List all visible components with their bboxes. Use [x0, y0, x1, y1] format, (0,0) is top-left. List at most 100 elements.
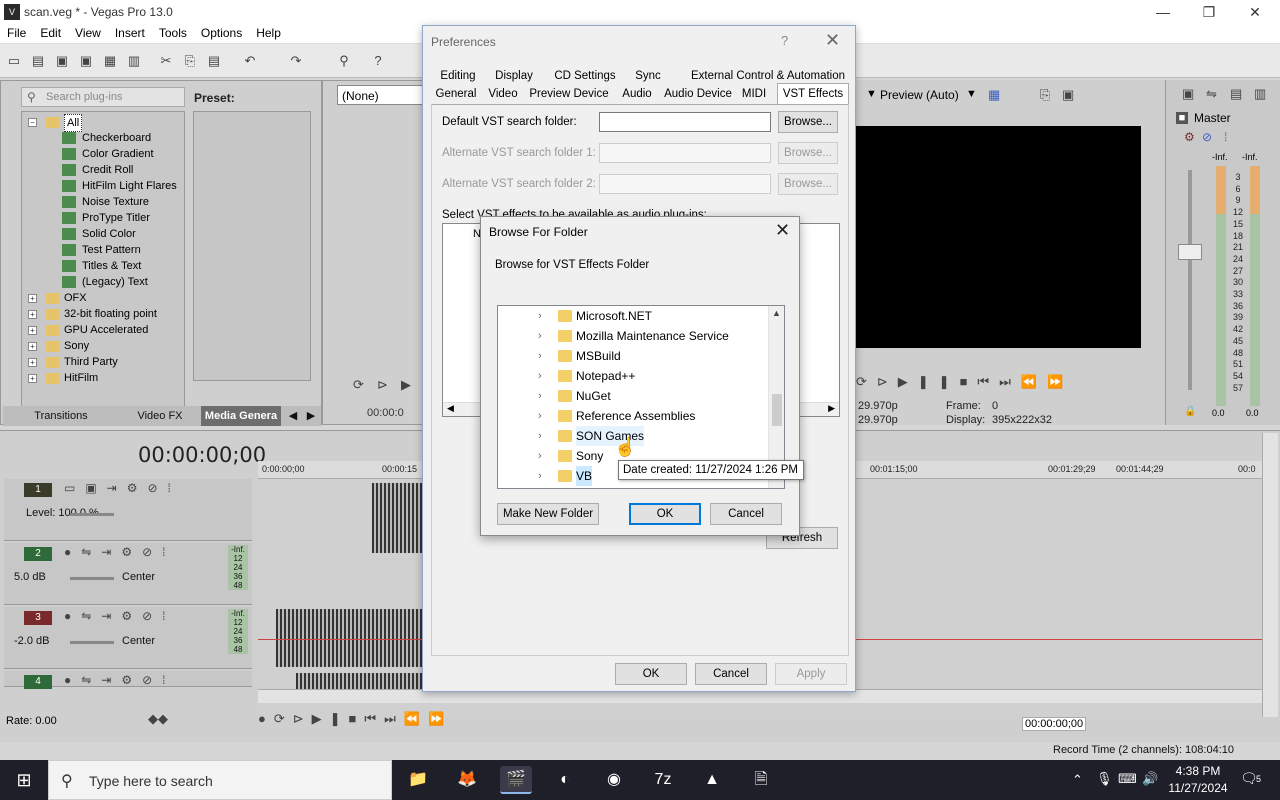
dim-icon[interactable]: ▥: [1254, 86, 1266, 102]
menu-help[interactable]: Help: [249, 24, 288, 42]
track-controls-icon[interactable]: ●⇋⇥⚙⊘⁞: [64, 609, 176, 623]
tab-media-generators[interactable]: Media Genera: [201, 406, 281, 426]
transport-timecode[interactable]: 00:00:00;00: [1022, 717, 1087, 731]
loop-icon[interactable]: ⟳: [353, 377, 364, 393]
tab-audio[interactable]: Audio: [617, 85, 657, 103]
preferences-close-button[interactable]: ✕: [825, 30, 840, 51]
folder-item[interactable]: › NuGet: [498, 386, 768, 406]
tab-sync[interactable]: Sync: [627, 67, 669, 85]
master-fader-handle[interactable]: [1178, 244, 1202, 260]
new-icon[interactable]: ▭: [6, 53, 22, 69]
downmix-icon[interactable]: ▤: [1230, 86, 1242, 102]
close-button[interactable]: ✕: [1232, 2, 1278, 22]
firefox-icon[interactable]: 🦊: [451, 766, 483, 794]
browse-ok-button[interactable]: OK: [629, 503, 701, 525]
master-mute-icon[interactable]: ⊘: [1202, 130, 1212, 144]
chevron-right-icon[interactable]: ›: [538, 366, 542, 386]
browse-default-button[interactable]: Browse...: [778, 111, 838, 133]
dropdown-icon[interactable]: ▼: [866, 88, 877, 100]
vegas-icon[interactable]: 🎬: [500, 766, 532, 794]
tab-scroll-right[interactable]: ▶: [303, 406, 319, 426]
menu-tools[interactable]: Tools: [152, 24, 194, 42]
7zip-icon[interactable]: 7z: [647, 766, 679, 794]
obs-icon[interactable]: ◉: [598, 766, 630, 794]
rate-slider-icon[interactable]: ◆◆: [148, 711, 168, 727]
trimmer-select[interactable]: (None): [337, 85, 427, 105]
edge-icon[interactable]: ◐: [549, 766, 581, 794]
expand-icon[interactable]: +: [28, 342, 37, 351]
track-header[interactable]: 2 ●⇋⇥⚙⊘⁞ 5.0 dB Center -Inf. 12 24 36 48: [4, 543, 252, 605]
copy-icon[interactable]: ⎘: [182, 53, 198, 69]
windows-start-icon[interactable]: ⊞: [0, 760, 48, 800]
browse-alt1-button[interactable]: Browse...: [778, 142, 838, 164]
track-volume-slider[interactable]: [70, 641, 114, 644]
properties-icon[interactable]: ▥: [126, 53, 142, 69]
mixer-icon[interactable]: ⇋: [1206, 86, 1217, 102]
overlays-icon[interactable]: ▦: [988, 87, 1000, 103]
vegas-app-icon[interactable]: V: [4, 4, 20, 20]
tab-cd-settings[interactable]: CD Settings: [549, 67, 621, 85]
preferences-apply-button[interactable]: Apply: [775, 663, 847, 685]
maximize-button[interactable]: ❐: [1186, 2, 1232, 22]
alternate-vst-1-input[interactable]: [599, 143, 771, 163]
browse-cancel-button[interactable]: Cancel: [710, 503, 782, 525]
expand-icon[interactable]: +: [28, 374, 37, 383]
tab-scroll-left[interactable]: ◀: [285, 406, 301, 426]
master-fx-icon[interactable]: ⚙: [1184, 130, 1195, 144]
menu-options[interactable]: Options: [194, 24, 249, 42]
file-explorer-icon[interactable]: 📁: [402, 766, 434, 794]
track-controls-icon[interactable]: ▭▣⇥⚙⊘⁞: [64, 481, 181, 495]
help-button[interactable]: ?: [781, 33, 788, 48]
lock-icon[interactable]: 🔒: [1184, 406, 1196, 417]
master-solo-icon[interactable]: ⁞: [1224, 130, 1227, 144]
audio-clip-track-3[interactable]: [276, 609, 424, 667]
vlc-icon[interactable]: ▲: [696, 766, 728, 794]
minimize-button[interactable]: —: [1140, 2, 1186, 22]
tab-preview-device[interactable]: Preview Device: [529, 85, 609, 103]
timeline-transport[interactable]: ●⟳⊳▶❚■⏮⏭⏪⏩: [258, 711, 452, 727]
tab-vst-effects[interactable]: VST Effects: [777, 83, 849, 105]
track-volume-slider[interactable]: [70, 577, 114, 580]
scroll-thumb[interactable]: [772, 394, 782, 426]
preview-transport[interactable]: ⟳⊳▶❚❚■⏮⏭⏪⏩: [856, 374, 1073, 390]
save-icon[interactable]: ▣: [54, 53, 70, 69]
make-new-folder-button[interactable]: Make New Folder: [497, 503, 599, 525]
timeline-vscroll[interactable]: [1262, 433, 1278, 717]
folder-item[interactable]: › Mozilla Maintenance Service: [498, 326, 768, 346]
show-hidden-icons-icon[interactable]: ⌃: [1072, 772, 1083, 788]
expand-icon[interactable]: +: [28, 294, 37, 303]
plugin-tree[interactable]: − All Checkerboard Color Gradient Credit Rol…: [21, 111, 185, 411]
collapse-icon[interactable]: −: [28, 118, 37, 127]
copy-snapshot-icon[interactable]: ⎘: [1040, 87, 1050, 103]
track-header[interactable]: 1 ▭▣⇥⚙⊘⁞ Level: 100.0 %: [4, 479, 252, 541]
open-icon[interactable]: ▤: [30, 53, 46, 69]
play-from-start-icon[interactable]: ⊳: [377, 377, 388, 393]
cut-icon[interactable]: ✂: [158, 53, 174, 69]
clock-date[interactable]: 11/27/2024: [1164, 781, 1232, 795]
browse-close-button[interactable]: ✕: [775, 220, 790, 241]
tab-general[interactable]: General: [431, 85, 481, 103]
menu-view[interactable]: View: [68, 24, 108, 42]
microphone-icon[interactable]: 🎙: [1096, 771, 1113, 787]
tab-midi[interactable]: MIDI: [737, 85, 771, 103]
enable-snapping-icon[interactable]: ⚲: [336, 53, 352, 69]
folder-item[interactable]: › Reference Assemblies: [498, 406, 768, 426]
expand-icon[interactable]: +: [28, 326, 37, 335]
chevron-right-icon[interactable]: ›: [538, 346, 542, 366]
chevron-right-icon[interactable]: ›: [538, 466, 542, 486]
chevron-right-icon[interactable]: ›: [538, 426, 542, 446]
save-snapshot-icon[interactable]: ▣: [1062, 87, 1074, 103]
track-volume-slider[interactable]: [70, 513, 114, 516]
network-icon[interactable]: ⌨: [1118, 771, 1137, 787]
archive-icon[interactable]: 🗎: [745, 766, 777, 794]
chevron-right-icon[interactable]: ›: [538, 326, 542, 346]
expand-icon[interactable]: +: [28, 358, 37, 367]
render-icon[interactable]: ▦: [102, 53, 118, 69]
clock-time[interactable]: 4:38 PM: [1172, 764, 1224, 778]
folder-item[interactable]: › Notepad++: [498, 366, 768, 386]
play-icon[interactable]: ▶: [401, 377, 411, 393]
preset-list[interactable]: [193, 111, 311, 381]
dock-icon[interactable]: ▣: [1182, 86, 1194, 102]
track-header[interactable]: 4 ●⇋⇥⚙⊘⁞: [4, 671, 252, 689]
paste-icon[interactable]: ▤: [206, 53, 222, 69]
